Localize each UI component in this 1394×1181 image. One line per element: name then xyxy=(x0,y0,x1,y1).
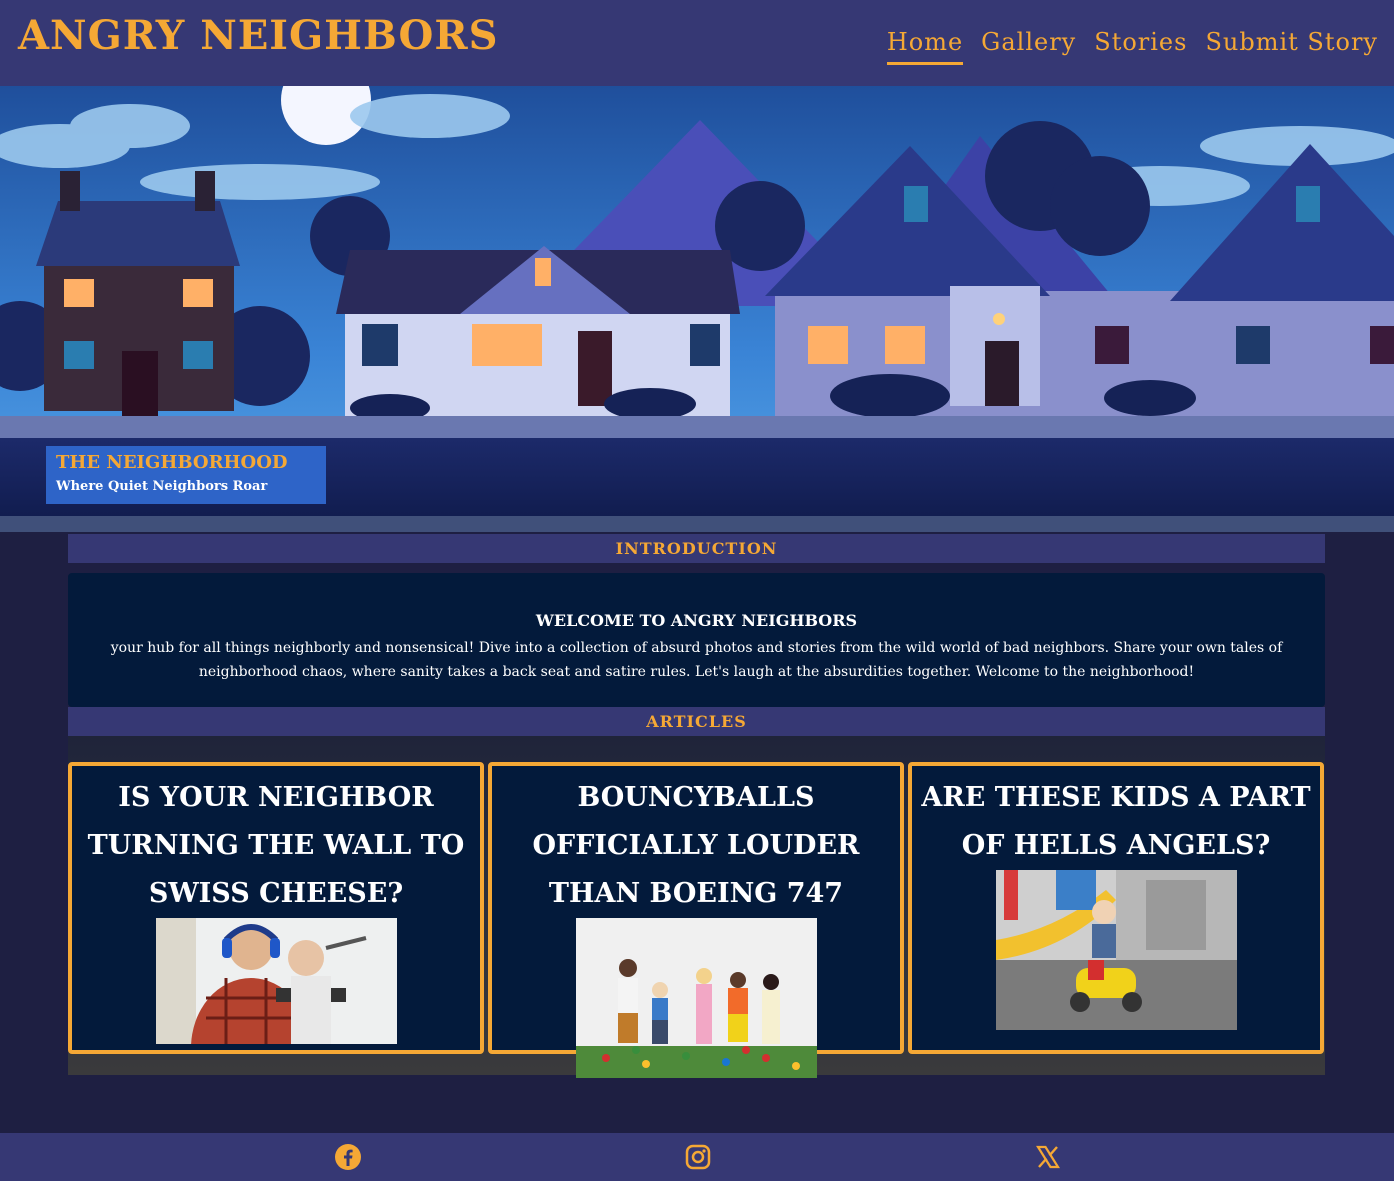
section-header-articles: ARTICLES xyxy=(68,707,1325,736)
x-icon[interactable] xyxy=(1034,1143,1062,1171)
header: ANGRY NEIGHBORS Home Gallery Stories Sub… xyxy=(0,0,1394,86)
nav-gallery[interactable]: Gallery xyxy=(981,28,1076,65)
hero-caption-title: THE NEIGHBORHOOD xyxy=(56,452,288,473)
intro-panel: WELCOME TO ANGRY NEIGHBORS your hub for … xyxy=(68,573,1325,707)
article-card[interactable]: BOUNCYBALLS OFFICIALLY LOUDER THAN BOEIN… xyxy=(488,762,904,1078)
nav-home[interactable]: Home xyxy=(886,28,964,65)
intro-heading: WELCOME TO ANGRY NEIGHBORS xyxy=(535,611,858,630)
instagram-icon[interactable] xyxy=(684,1143,712,1171)
hero-caption-subtitle: Where Quiet Neighbors Roar xyxy=(56,479,268,494)
intro-body: your hub for all things neighborly and n… xyxy=(110,640,1283,680)
footer xyxy=(0,1133,1394,1181)
facebook-icon[interactable] xyxy=(334,1143,362,1171)
hero-banner: THE NEIGHBORHOOD Where Quiet Neighbors R… xyxy=(0,86,1394,532)
section-header-introduction: INTRODUCTION xyxy=(68,534,1325,563)
article-card[interactable]: ARE THESE KIDS A PART OF HELLS ANGELS? xyxy=(908,762,1324,1054)
articles-grid: IS YOUR NEIGHBOR TURNING THE WALL TO SWI… xyxy=(68,736,1325,1078)
article-image-drilling[interactable] xyxy=(155,918,397,1044)
article-image-kid-on-bike[interactable] xyxy=(995,870,1237,1030)
site-logo[interactable]: ANGRY NEIGHBORS xyxy=(18,12,499,59)
nav-submit-story[interactable]: Submit Story xyxy=(1205,28,1378,65)
article-title[interactable]: BOUNCYBALLS OFFICIALLY LOUDER THAN BOEIN… xyxy=(492,766,900,918)
article-title[interactable]: IS YOUR NEIGHBOR TURNING THE WALL TO SWI… xyxy=(72,766,480,918)
article-card[interactable]: IS YOUR NEIGHBOR TURNING THE WALL TO SWI… xyxy=(68,762,484,1054)
article-image-kids-bouncyballs[interactable] xyxy=(575,918,817,1078)
main-nav: Home Gallery Stories Submit Story xyxy=(886,28,1378,65)
nav-stories[interactable]: Stories xyxy=(1094,28,1187,65)
article-title[interactable]: ARE THESE KIDS A PART OF HELLS ANGELS? xyxy=(912,766,1320,870)
hero-caption: THE NEIGHBORHOOD Where Quiet Neighbors R… xyxy=(46,446,326,504)
